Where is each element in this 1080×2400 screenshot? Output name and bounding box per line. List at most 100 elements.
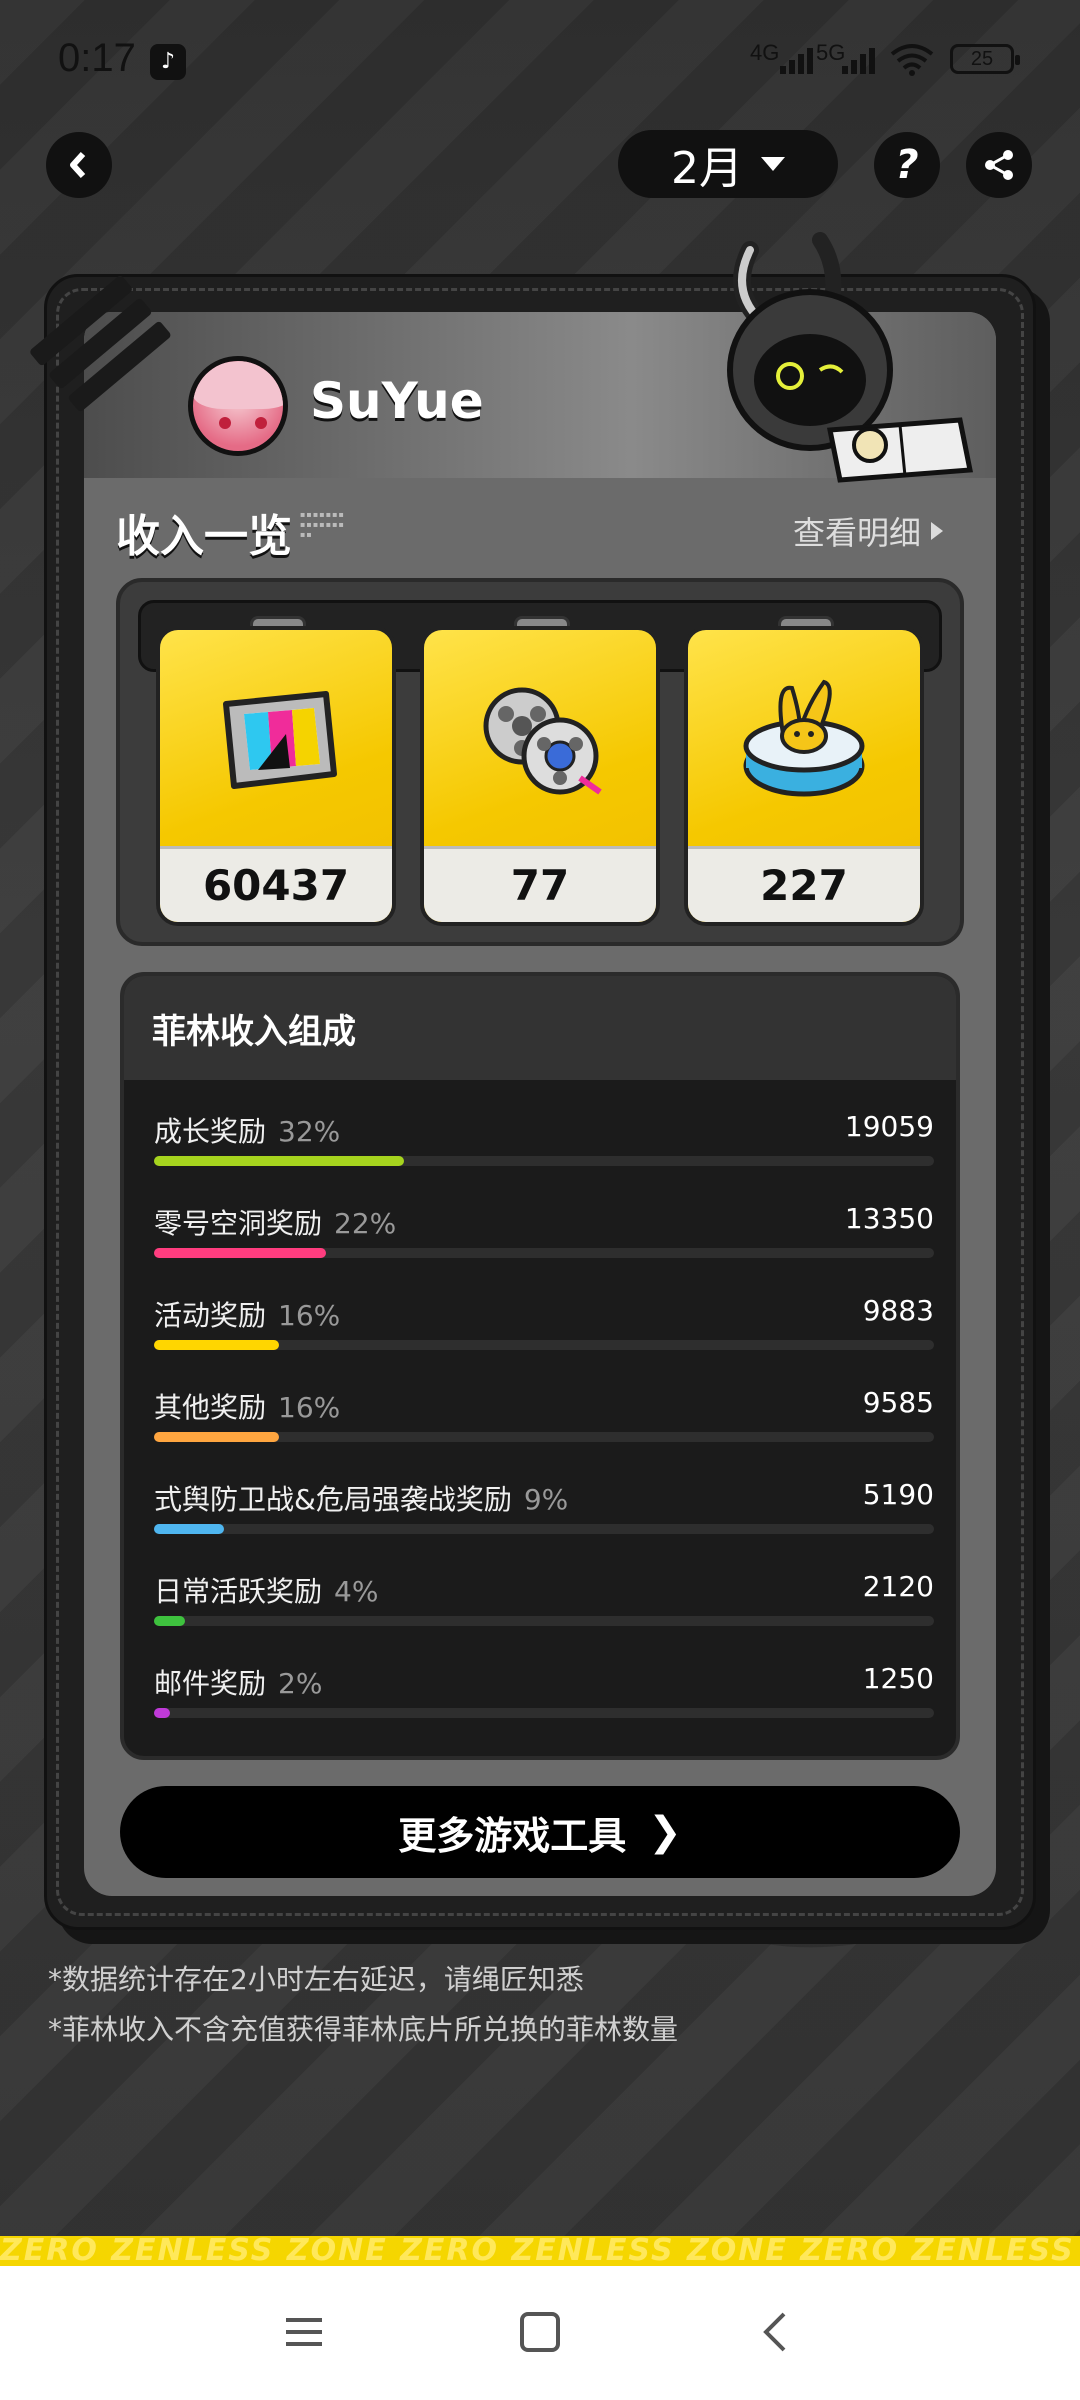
progress-track [154, 1340, 934, 1350]
breakdown-category: 日常活跃奖励 [154, 1575, 323, 1608]
breakdown-label: 邮件奖励 2% [154, 1662, 322, 1702]
share-button[interactable] [966, 132, 1032, 198]
progress-track [154, 1616, 934, 1626]
network-5g-label: 5G [816, 40, 846, 65]
polychrome-breakdown-panel: 菲林收入组成 成长奖励 32% 19059 零号空洞奖励 22% 13350 活动奖励 16%… [120, 972, 960, 1760]
breakdown-title: 菲林收入组成 [152, 1011, 356, 1052]
battery-indicator: 25 [950, 44, 1020, 74]
system-nav-bar [0, 2266, 1080, 2400]
progress-fill [154, 1248, 326, 1258]
more-game-tools-button[interactable]: 更多游戏工具 ❯ [120, 1786, 960, 1878]
progress-track [154, 1248, 934, 1258]
dropdown-arrow-icon [761, 157, 785, 171]
breakdown-value: 9585 [862, 1386, 934, 1419]
avatar [188, 356, 288, 456]
breakdown-percent: 2% [278, 1667, 323, 1700]
breakdown-value: 13350 [844, 1202, 934, 1235]
breakdown-label: 成长奖励 32% [154, 1110, 340, 1150]
brand-band-text: ZERO ZENLESS ZONE ZERO ZENLESS ZONE ZERO… [0, 2236, 1080, 2266]
progress-fill [154, 1708, 170, 1718]
breakdown-label: 零号空洞奖励 22% [154, 1202, 396, 1242]
breakdown-category: 零号空洞奖励 [154, 1207, 323, 1240]
bangboo-base-icon [743, 679, 865, 797]
breakdown-row: 式舆防卫战&危局强袭战奖励 9% 5190 [154, 1478, 934, 1538]
breakdown-label: 日常活跃奖励 4% [154, 1570, 378, 1610]
breakdown-percent: 4% [334, 1575, 379, 1608]
progress-fill [154, 1340, 279, 1350]
breakdown-value: 2120 [862, 1570, 934, 1603]
breakdown-header: 菲林收入组成 [124, 976, 956, 1080]
month-label: 2月 [671, 143, 743, 194]
menu-icon[interactable] [282, 2310, 326, 2354]
chevron-right-icon: ❯ [648, 1809, 682, 1855]
breakdown-category: 其他奖励 [154, 1391, 267, 1424]
signal-bars-icon [842, 44, 875, 74]
progress-track [154, 1156, 934, 1166]
month-selector[interactable]: 2月 [618, 130, 838, 198]
breakdown-row: 其他奖励 16% 9585 [154, 1386, 934, 1446]
network-4g-label: 4G [750, 40, 780, 65]
section-decoration: ▪▪▪▪▪▪▪ ▪▪▪▪▪▪▪ ▪▪ [300, 510, 345, 539]
ticket-card-bangboo: 227 [684, 626, 924, 926]
ticket-footer: 77 [424, 846, 656, 922]
breakdown-row: 零号空洞奖励 22% 13350 [154, 1202, 934, 1262]
back-button[interactable] [46, 132, 112, 198]
progress-fill [154, 1156, 404, 1166]
back-nav-icon[interactable] [754, 2310, 798, 2354]
more-game-tools-label: 更多游戏工具 [398, 1813, 627, 1858]
progress-track [154, 1708, 934, 1718]
breakdown-value: 5190 [862, 1478, 934, 1511]
progress-track [154, 1524, 934, 1534]
ticket-card-film: 77 [420, 626, 660, 926]
ticket-value: 227 [760, 861, 848, 910]
view-detail-link[interactable]: 查看明细 [793, 508, 944, 554]
note-exclusion: *菲林收入不含充值获得菲林底片所兑换的菲林数量 [48, 2013, 679, 2046]
breakdown-row: 活动奖励 16% 9883 [154, 1294, 934, 1354]
breakdown-category: 邮件奖励 [154, 1667, 267, 1700]
ticket-value: 60437 [202, 861, 350, 910]
breakdown-row: 日常活跃奖励 4% 2120 [154, 1570, 934, 1630]
breakdown-label: 式舆防卫战&危局强袭战奖励 9% [154, 1478, 568, 1518]
question-mark-icon: ? [895, 142, 919, 188]
status-time: 0:17 [58, 36, 136, 80]
share-icon [985, 150, 1013, 180]
breakdown-value: 19059 [844, 1110, 934, 1143]
progress-fill [154, 1524, 225, 1534]
breakdown-value: 9883 [862, 1294, 934, 1327]
breakdown-row: 成长奖励 32% 19059 [154, 1110, 934, 1170]
breakdown-category: 式舆防卫战&危局强袭战奖励 [154, 1483, 512, 1516]
breakdown-label: 活动奖励 16% [154, 1294, 340, 1334]
film-reel-icon [223, 691, 337, 789]
progress-fill [154, 1616, 186, 1626]
progress-fill [154, 1432, 279, 1442]
home-icon[interactable] [518, 2310, 562, 2354]
progress-track [154, 1432, 934, 1442]
film-spools-icon [483, 687, 602, 795]
wifi-icon [890, 44, 934, 76]
play-arrow-icon [931, 522, 944, 540]
signal-bars-icon [780, 44, 813, 74]
breakdown-percent: 16% [278, 1299, 341, 1332]
zzz-brand-band: ZERO ZENLESS ZONE ZERO ZENLESS ZONE ZERO… [0, 2236, 1080, 2266]
breakdown-row: 邮件奖励 2% 1250 [154, 1662, 934, 1722]
note-delay: *数据统计存在2小时左右延迟，请绳匠知悉 [48, 1963, 584, 1996]
breakdown-percent: 9% [523, 1483, 569, 1516]
breakdown-percent: 32% [278, 1115, 341, 1148]
ticket-footer: 227 [688, 846, 920, 922]
help-button[interactable]: ? [874, 132, 940, 198]
income-overview-title: 收入一览 [116, 511, 292, 562]
status-bar: 0:17 ♪ 4G 5G 25 [0, 0, 1080, 120]
ticket-value: 77 [510, 861, 570, 910]
breakdown-category: 活动奖励 [154, 1299, 267, 1332]
ticket-footer: 60437 [160, 846, 392, 922]
breakdown-percent: 16% [278, 1391, 341, 1424]
breakdown-category: 成长奖励 [154, 1115, 267, 1148]
breakdown-label: 其他奖励 16% [154, 1386, 340, 1426]
username: SuYue [310, 372, 484, 430]
chevron-left-icon [70, 151, 86, 179]
tiktok-icon: ♪ [150, 44, 186, 80]
breakdown-value: 1250 [862, 1662, 934, 1695]
ticket-card-polychrome: 60437 [156, 626, 396, 926]
bangboo-mascot-icon [727, 232, 974, 483]
breakdown-percent: 22% [334, 1207, 397, 1240]
